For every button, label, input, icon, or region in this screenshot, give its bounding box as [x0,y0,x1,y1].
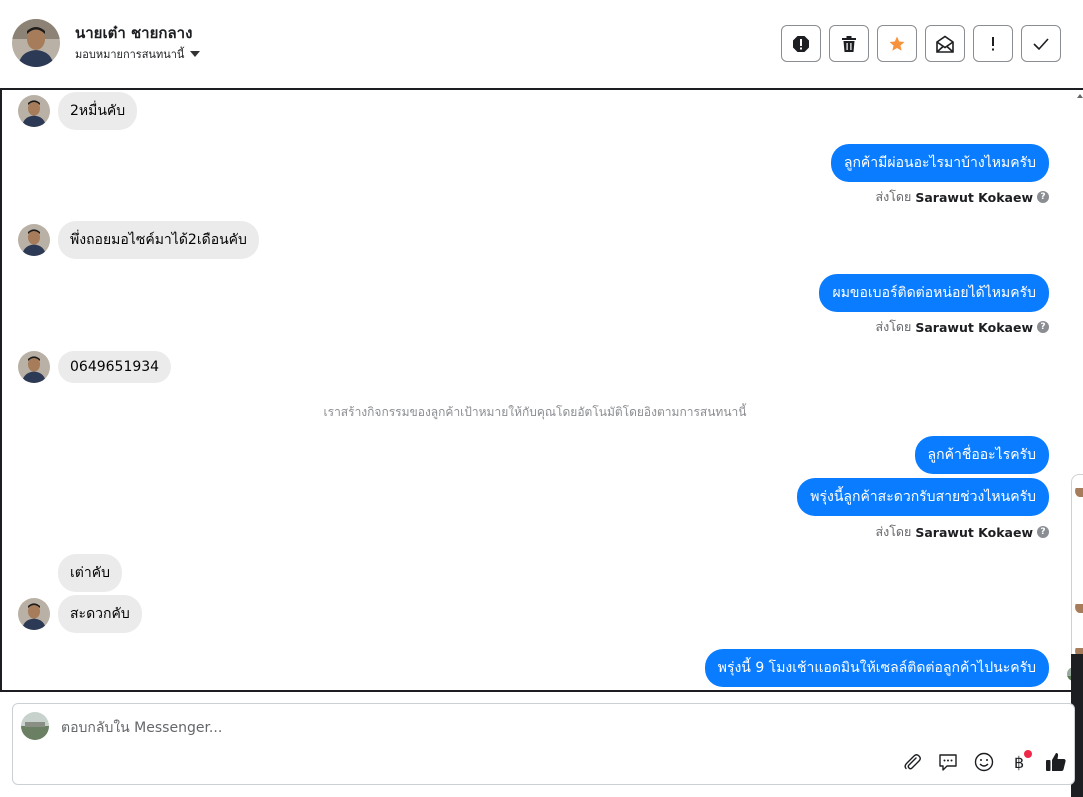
sent-by-label: ส่งโดย Sarawut Kokaew ? [875,522,1049,542]
scroll-up-arrow-icon[interactable] [1077,94,1083,98]
assign-conversation-dropdown[interactable]: มอบหมายการสนทนานี้ [75,45,201,63]
paperclip-icon [904,754,921,770]
conversation-header: นายเต๋า ชายกลาง มอบหมายการสนทนานี้ [0,0,1083,88]
caret-down-icon [190,51,201,57]
message-bubble-outgoing[interactable]: ลูกค้าชื่ออะไรครับ [914,436,1049,474]
assign-label: มอบหมายการสนทนานี้ [75,48,185,61]
mark-spam-button[interactable] [781,25,821,62]
side-avatar [1075,601,1083,613]
trash-icon [842,35,856,52]
message-bubble-outgoing[interactable]: ผมขอเบอร์ติดต่อหน่อยได้ไหมครับ [819,274,1049,312]
reply-input[interactable] [61,717,861,739]
smiley-icon [974,752,994,772]
contact-avatar-small [18,598,50,630]
message-bubble[interactable]: พึ่งถอยมอไซค์มาได้2เดือนคับ [58,221,259,259]
payment-button[interactable]: ฿ [1008,750,1032,774]
thumbs-up-icon [1046,753,1066,771]
composer-tools: ฿ [900,750,1068,774]
star-button[interactable] [877,25,917,62]
message-row-incoming: 0649651934 [18,351,172,383]
mark-unread-button[interactable] [925,25,965,62]
sent-by-label: ส่งโดย Sarawut Kokaew ? [875,187,1049,207]
alert-octagon-icon [793,35,809,52]
check-icon [1033,37,1049,50]
emoji-button[interactable] [972,750,996,774]
help-icon[interactable]: ? [1037,321,1049,333]
message-bubble[interactable]: 2หมื่นคับ [58,92,138,130]
message-bubble[interactable]: สะดวกคับ [58,595,142,633]
contact-name[interactable]: นายเต๋า ชายกลาง [75,21,192,45]
star-icon [889,36,905,51]
message-bubble-outgoing[interactable]: พรุ่งนี้ลูกค้าสะดวกรับสายช่วงไหนครับ [797,478,1049,516]
exclamation-icon [992,36,994,50]
delete-button[interactable] [829,25,869,62]
contact-avatar-small [18,351,50,383]
sent-by-prefix: ส่งโดย [875,189,912,204]
message-bubble-outgoing[interactable]: พรุ่งนี้ 9 โมงเช้าแอดมินให้เซลล์ติดต่อลู… [704,649,1049,687]
sent-by-label: ส่งโดย Sarawut Kokaew ? [875,317,1049,337]
attach-button[interactable] [900,750,924,774]
message-row-incoming: สะดวกคับ [18,595,142,633]
message-row-incoming: 2หมื่นคับ [18,92,138,130]
help-icon[interactable]: ? [1037,526,1049,538]
page-avatar [21,712,49,740]
message-row-incoming: พึ่งถอยมอไซค์มาได้2เดือนคับ [18,221,259,259]
message-bubble[interactable]: เต่าคับ [58,554,122,592]
message-bubble[interactable]: 0649651934 [58,351,172,383]
sender-name: Sarawut Kokaew [915,524,1033,540]
sent-by-prefix: ส่งโดย [875,524,912,539]
side-avatar [1075,485,1083,497]
saved-replies-button[interactable] [936,750,960,774]
envelope-open-icon [936,35,954,53]
mark-done-button[interactable] [1021,25,1061,62]
system-note: เราสร้างกิจกรรมของลูกค้าเป้าหมายให้กับคุ… [323,405,747,419]
sender-name: Sarawut Kokaew [915,319,1033,335]
mark-important-button[interactable] [973,25,1013,62]
header-actions [781,25,1061,62]
sender-name: Sarawut Kokaew [915,189,1033,205]
chat-bubble-icon [939,754,957,771]
side-panel-card [1071,474,1083,657]
reply-composer: ฿ [12,703,1075,785]
sent-by-prefix: ส่งโดย [875,319,912,334]
contact-avatar-small [18,95,50,127]
message-thread[interactable]: 2หมื่นคับ ลูกค้ามีผ่อนอะไรมาบ้างไหมครับ … [0,88,1083,692]
message-row-incoming: เต่าคับ [58,554,122,592]
like-button[interactable] [1044,750,1068,774]
inbox-conversation-view: นายเต๋า ชายกลาง มอบหมายการสนทนานี้ 2หมื่… [0,0,1083,797]
contact-avatar[interactable] [12,19,60,67]
svg-text:฿: ฿ [1014,753,1024,772]
notification-dot-icon [1024,750,1032,758]
contact-avatar-small [18,224,50,256]
message-bubble-outgoing[interactable]: ลูกค้ามีผ่อนอะไรมาบ้างไหมครับ [830,144,1049,182]
help-icon[interactable]: ? [1037,191,1049,203]
